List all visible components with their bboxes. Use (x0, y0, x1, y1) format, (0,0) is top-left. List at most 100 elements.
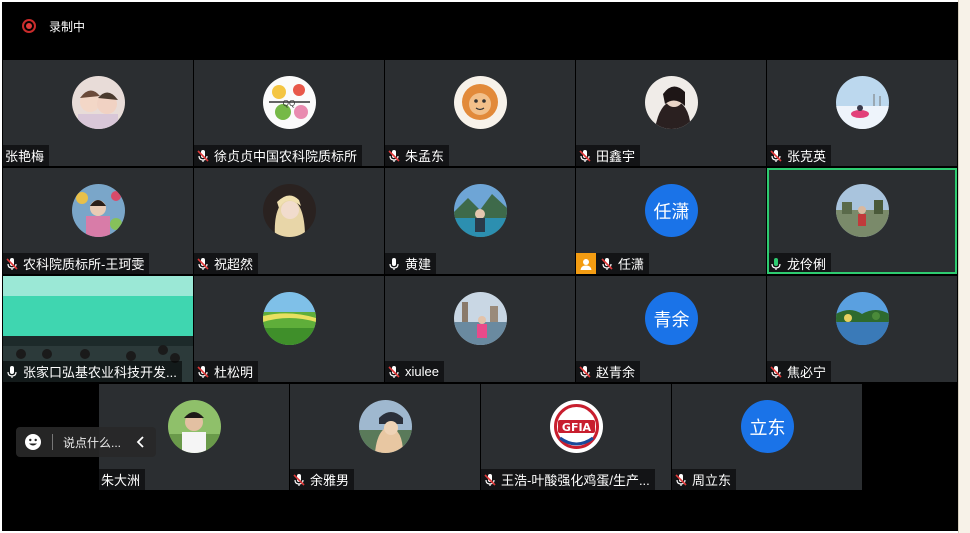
participant-tile[interactable]: 祝超然 (194, 168, 384, 274)
mic-muted-icon (579, 365, 591, 378)
participant-tile[interactable]: 农科院质标所-王珂雯 (3, 168, 193, 274)
chat-placeholder[interactable]: 说点什么... (63, 434, 134, 451)
window-edge (958, 0, 970, 533)
participant-name-tag: 黄建 (385, 253, 437, 274)
participant-name: 田鑫宇 (596, 149, 636, 164)
mic-muted-icon (388, 149, 400, 162)
participant-name: 余雅男 (310, 473, 350, 488)
avatar (263, 184, 316, 237)
participant-name: 朱大洲 (101, 473, 141, 488)
avatar-initials: 立东 (741, 400, 794, 453)
mic-muted-icon (579, 149, 591, 162)
participant-tile[interactable]: 朱孟东 (385, 60, 575, 166)
mic-muted-icon (293, 473, 305, 486)
recording-label: 录制中 (49, 19, 86, 34)
avatar-initials: 任潇 (645, 184, 698, 237)
participant-name: 张家口弘基农业科技开发... (23, 365, 177, 380)
record-icon (22, 19, 36, 33)
meeting-window: 录制中 张艳梅 QQ 徐贞贞中国农科院质标所 朱孟东 田鑫宇 张克英 农科院质标… (2, 2, 958, 531)
participant-tile[interactable]: 黄建 (385, 168, 575, 274)
participant-tile[interactable]: 青余 赵青余 (576, 276, 766, 382)
participant-name: 黄建 (405, 257, 432, 272)
participant-tile[interactable]: 焦必宁 (767, 276, 957, 382)
participant-name-tag: 周立东 (672, 469, 737, 490)
participant-tile[interactable]: 立东 周立东 (672, 384, 862, 490)
participant-tile-active-speaker[interactable]: 龙伶俐 (767, 168, 957, 274)
participant-name-tag: 张艳梅 (3, 145, 50, 166)
participant-name-tag: 祝超然 (194, 253, 259, 274)
participant-name-tag: 张克英 (767, 145, 832, 166)
participant-name: xiulee (405, 364, 439, 379)
avatar (454, 184, 507, 237)
emoji-icon[interactable] (24, 433, 42, 451)
avatar: QQ (263, 76, 316, 129)
participant-name: 农科院质标所-王珂雯 (23, 257, 145, 272)
participant-name-tag: 杜松明 (194, 361, 259, 382)
person-icon (576, 253, 596, 274)
mic-muted-icon (197, 365, 209, 378)
mic-muted-icon (770, 149, 782, 162)
mic-muted-icon (484, 473, 496, 486)
avatar (359, 400, 412, 453)
avatar (454, 76, 507, 129)
participant-name-tag: 赵青余 (576, 361, 641, 382)
mic-muted-icon (197, 149, 209, 162)
participant-name: 王浩-叶酸强化鸡蛋/生产... (501, 473, 650, 488)
participant-name-tag: 田鑫宇 (576, 145, 641, 166)
participant-name: 任潇 (618, 257, 645, 272)
participant-tile[interactable]: 田鑫宇 (576, 60, 766, 166)
avatar (263, 292, 316, 345)
mic-muted-icon (675, 473, 687, 486)
avatar (836, 184, 889, 237)
mic-on-icon (389, 257, 399, 270)
participant-name: 张克英 (787, 149, 827, 164)
participant-name: 周立东 (692, 473, 732, 488)
mic-muted-icon (601, 257, 613, 270)
participant-tile[interactable]: 余雅男 (290, 384, 480, 490)
participant-tile[interactable]: GFIA 王浩-叶酸强化鸡蛋/生产... (481, 384, 671, 490)
participant-tile[interactable]: QQ 徐贞贞中国农科院质标所 (194, 60, 384, 166)
recording-indicator: 录制中 (22, 16, 85, 36)
mic-muted-icon (197, 257, 209, 270)
participant-name: 龙伶俐 (787, 257, 827, 272)
participant-tile[interactable]: 张克英 (767, 60, 957, 166)
participant-name-tag: xiulee (385, 361, 444, 382)
participant-name-tag: 张家口弘基农业科技开发... (3, 361, 182, 382)
avatar (72, 184, 125, 237)
gfia-logo-avatar: GFIA (550, 400, 603, 453)
participant-name: 徐贞贞中国农科院质标所 (214, 149, 358, 164)
participant-tile[interactable]: xiulee (385, 276, 575, 382)
participant-name-tag: 朱孟东 (385, 145, 450, 166)
chat-input-bar[interactable]: 说点什么... (16, 427, 156, 457)
mic-muted-icon (388, 365, 400, 378)
participant-name: 赵青余 (596, 365, 636, 380)
participant-name: 张艳梅 (5, 149, 45, 164)
participant-name-tag: 朱大洲 (99, 469, 146, 490)
mic-muted-icon (770, 365, 782, 378)
avatar (72, 76, 125, 129)
avatar (454, 292, 507, 345)
avatar-initials: 青余 (645, 292, 698, 345)
participant-name-tag: 任潇 (576, 253, 650, 274)
avatar (836, 292, 889, 345)
participant-name-tag: 农科院质标所-王珂雯 (3, 253, 150, 274)
participant-tile[interactable]: 任潇 任潇 (576, 168, 766, 274)
participant-name-tag: 龙伶俐 (769, 253, 832, 272)
mic-speaking-icon (771, 257, 781, 270)
gfia-logo-text: GFIA (562, 421, 592, 434)
participant-name-tag: 徐贞贞中国农科院质标所 (194, 145, 363, 166)
chevron-left-icon[interactable] (134, 435, 148, 449)
svg-text:QQ: QQ (283, 99, 295, 108)
participant-tile[interactable]: 杜松明 (194, 276, 384, 382)
avatar (645, 76, 698, 129)
participant-name-tag: 余雅男 (290, 469, 355, 490)
participant-name: 焦必宁 (787, 365, 827, 380)
avatar (836, 76, 889, 129)
mic-muted-icon (6, 257, 18, 270)
participant-tile[interactable]: 张艳梅 (3, 60, 193, 166)
participant-name: 朱孟东 (405, 149, 445, 164)
mic-on-icon (7, 365, 17, 378)
participant-name: 祝超然 (214, 257, 254, 272)
participant-name-tag: 王浩-叶酸强化鸡蛋/生产... (481, 469, 655, 490)
participant-tile-video[interactable]: 张家口弘基农业科技开发... (3, 276, 193, 382)
